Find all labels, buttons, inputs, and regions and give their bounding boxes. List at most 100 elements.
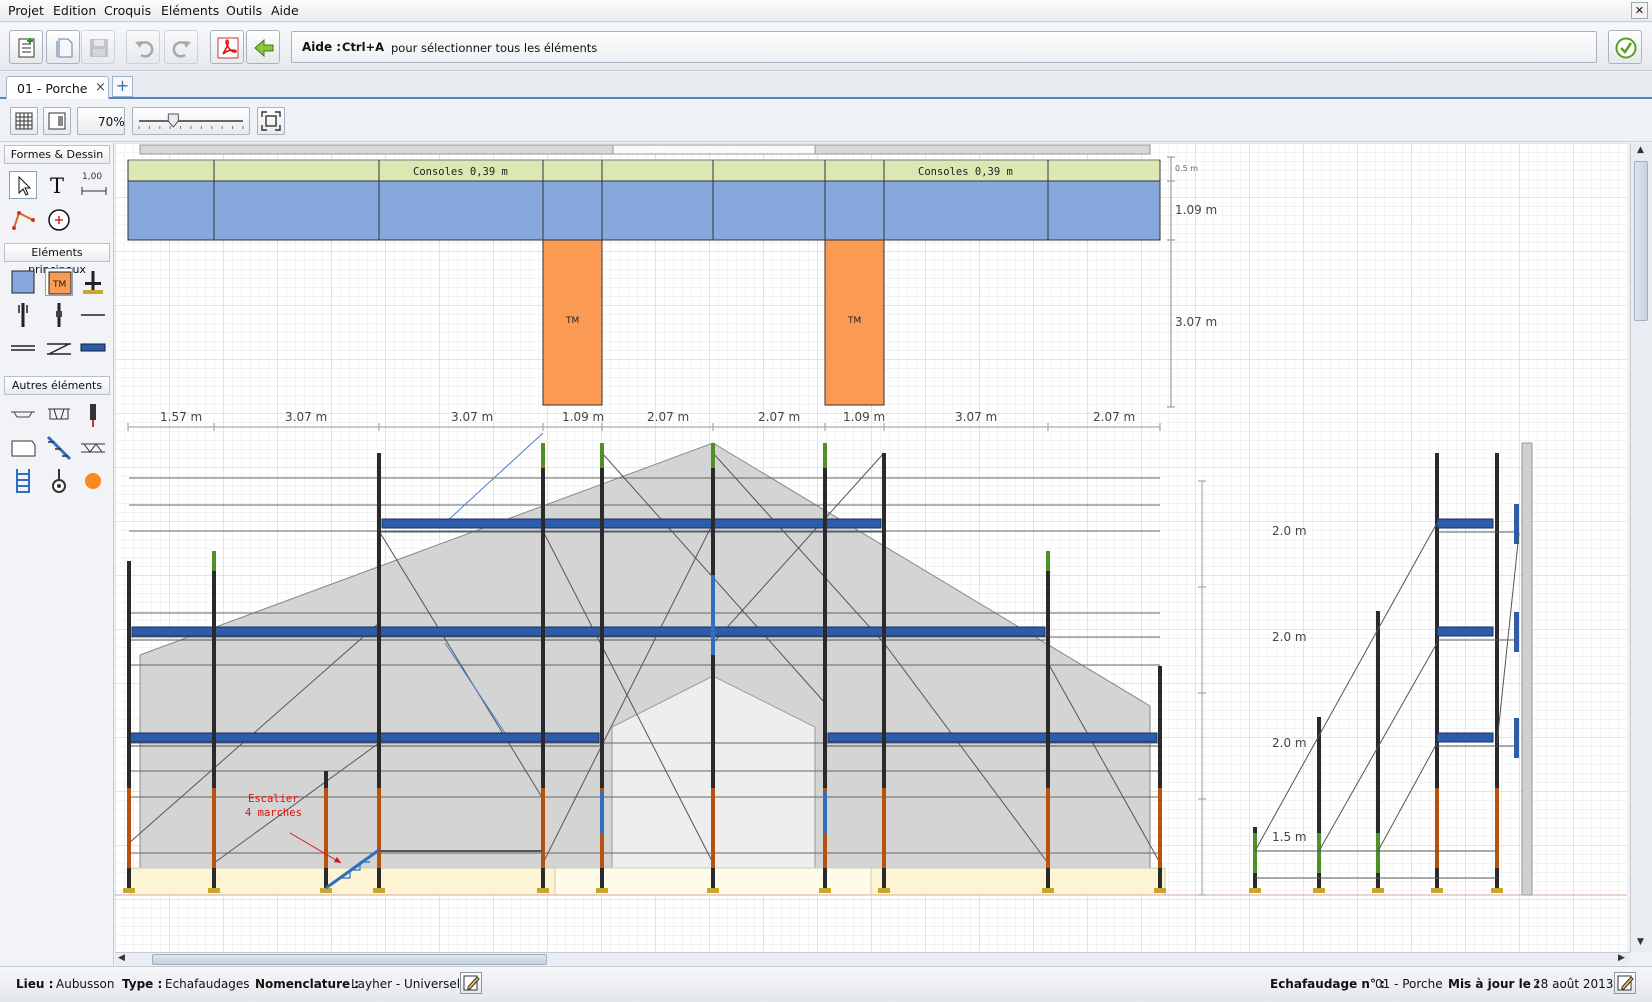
fit-view-button[interactable] bbox=[257, 107, 285, 135]
dim-deck-depth: 1.09 m bbox=[1175, 203, 1217, 217]
menu-elements[interactable]: Eléments bbox=[161, 3, 219, 18]
menu-outils[interactable]: Outils bbox=[226, 3, 262, 18]
zoom-level[interactable]: 70% bbox=[77, 107, 125, 135]
ledger-tool[interactable] bbox=[79, 301, 107, 329]
save-button[interactable] bbox=[81, 30, 115, 64]
menu-aide[interactable]: Aide bbox=[271, 3, 299, 18]
cursor-arrow-icon bbox=[18, 175, 32, 196]
base-jack-tool[interactable] bbox=[79, 268, 107, 296]
check-circle-icon bbox=[1615, 37, 1637, 59]
type-label: Type : bbox=[122, 977, 163, 991]
deck-icon bbox=[80, 343, 106, 352]
side-anchor bbox=[1514, 612, 1519, 652]
guardrail-tool[interactable] bbox=[79, 434, 107, 462]
select-tool[interactable] bbox=[9, 171, 37, 199]
tab-close-icon[interactable]: × bbox=[95, 80, 106, 95]
help-text: pour sélectionner tous les éléments bbox=[391, 41, 598, 55]
vertical-scroll-thumb[interactable] bbox=[1634, 161, 1648, 321]
undo-button[interactable] bbox=[126, 30, 160, 64]
polyline-tool[interactable] bbox=[9, 206, 37, 234]
validate-button[interactable] bbox=[1608, 30, 1642, 64]
anchor-tool[interactable] bbox=[79, 401, 107, 429]
toolbar: Aide : Ctrl+A pour sélectionner tous les… bbox=[0, 23, 1652, 71]
element-palette: Formes & Dessin T 1,00 Eléments principa… bbox=[0, 143, 114, 965]
redo-icon bbox=[172, 41, 191, 58]
lieu-value: Aubusson bbox=[56, 977, 115, 991]
deck-tool[interactable] bbox=[79, 334, 107, 362]
level-height-2: 2.0 m bbox=[1272, 630, 1307, 644]
dimension-tool[interactable]: 1,00 bbox=[79, 169, 109, 197]
base-jack-icon bbox=[83, 271, 103, 294]
vertical-scrollbar[interactable]: ▲ ▼ bbox=[1630, 143, 1652, 952]
base-plate bbox=[878, 888, 890, 893]
tm-tool[interactable]: TM bbox=[45, 268, 73, 296]
horizontal-scroll-thumb[interactable] bbox=[152, 954, 547, 965]
menu-projet[interactable]: Projet bbox=[8, 3, 44, 18]
scroll-up-icon[interactable]: ▲ bbox=[1637, 145, 1644, 155]
bay-width-6: 2.07 m bbox=[758, 410, 800, 424]
redo-button[interactable] bbox=[164, 30, 198, 64]
side-base-plate bbox=[1313, 888, 1325, 893]
bay-width-5: 2.07 m bbox=[647, 410, 689, 424]
consoles-label-left: Consoles 0,39 m bbox=[413, 166, 508, 178]
circle-tool[interactable] bbox=[45, 206, 73, 234]
deck-plank bbox=[131, 626, 1046, 637]
text-tool[interactable]: T bbox=[45, 171, 73, 199]
side-elevation bbox=[1249, 442, 1533, 896]
palette-section-other: Autres éléments bbox=[4, 376, 110, 395]
post-tool[interactable] bbox=[45, 301, 73, 329]
plank-tool[interactable] bbox=[9, 268, 37, 296]
truss-tool[interactable] bbox=[45, 401, 73, 429]
new-project-button[interactable] bbox=[9, 30, 43, 64]
truss-icon bbox=[48, 408, 70, 420]
scroll-right-icon[interactable]: ▶ bbox=[1618, 953, 1625, 963]
page-view-button[interactable] bbox=[43, 107, 71, 135]
add-tab-button[interactable]: + bbox=[112, 76, 133, 97]
double-ledger-tool[interactable] bbox=[9, 334, 37, 362]
help-shortcut: Ctrl+A bbox=[342, 40, 385, 54]
base-plate bbox=[373, 888, 385, 893]
console-tool[interactable] bbox=[9, 401, 37, 429]
edit-project-button[interactable] bbox=[460, 972, 482, 994]
edit-scaffold-button[interactable] bbox=[1614, 972, 1636, 994]
stair-icon bbox=[46, 435, 72, 461]
menu-edition[interactable]: Edition bbox=[53, 3, 96, 18]
nomenclature-value: Layher - Universel bbox=[351, 977, 461, 991]
zoom-slider[interactable] bbox=[132, 107, 250, 135]
level-height-3: 2.0 m bbox=[1272, 736, 1307, 750]
side-base-plate bbox=[1491, 888, 1503, 893]
tab-01-porche[interactable]: 01 - Porche × bbox=[6, 76, 109, 99]
side-anchor bbox=[1514, 718, 1519, 758]
type-value: Echafaudages bbox=[165, 977, 250, 991]
horizontal-scrollbar[interactable]: ◀ ▶ bbox=[115, 952, 1630, 965]
netting-tool[interactable] bbox=[9, 434, 37, 462]
stair-tool[interactable] bbox=[45, 434, 73, 462]
tm-label-1: TM bbox=[565, 316, 579, 326]
level-height-1: 2.0 m bbox=[1272, 524, 1307, 538]
window-close-icon[interactable]: ✕ bbox=[1631, 2, 1648, 19]
open-button[interactable] bbox=[46, 30, 80, 64]
scroll-down-icon[interactable]: ▼ bbox=[1637, 937, 1644, 947]
drawing-canvas[interactable]: Consoles 0,39 m Consoles 0,39 m TM TM 0.… bbox=[115, 143, 1627, 952]
menu-croquis[interactable]: Croquis bbox=[104, 3, 151, 18]
ladder-tool[interactable] bbox=[9, 467, 37, 495]
marker-tool[interactable] bbox=[79, 467, 107, 495]
standard-tool[interactable] bbox=[9, 301, 37, 329]
palette-section-main: Eléments principaux bbox=[4, 243, 110, 276]
orange-dot-icon bbox=[85, 473, 101, 489]
anchor-icon bbox=[90, 404, 96, 427]
nomenclature-label: Nomenclature : bbox=[255, 977, 360, 991]
export-pdf-button[interactable] bbox=[210, 30, 244, 64]
netting-icon bbox=[11, 440, 36, 457]
grid-toggle-button[interactable] bbox=[10, 107, 38, 135]
side-base-plate bbox=[1431, 888, 1443, 893]
scroll-left-icon[interactable]: ◀ bbox=[118, 953, 125, 963]
caster-tool[interactable] bbox=[45, 467, 73, 495]
base-plate bbox=[123, 888, 135, 893]
edit-icon bbox=[463, 975, 480, 991]
new-project-icon bbox=[18, 38, 35, 58]
brace-tool[interactable] bbox=[45, 334, 73, 362]
ladder-icon bbox=[16, 469, 30, 493]
menu-bar: Projet Edition Croquis Eléments Outils A… bbox=[0, 0, 1652, 22]
back-button[interactable] bbox=[246, 30, 280, 64]
